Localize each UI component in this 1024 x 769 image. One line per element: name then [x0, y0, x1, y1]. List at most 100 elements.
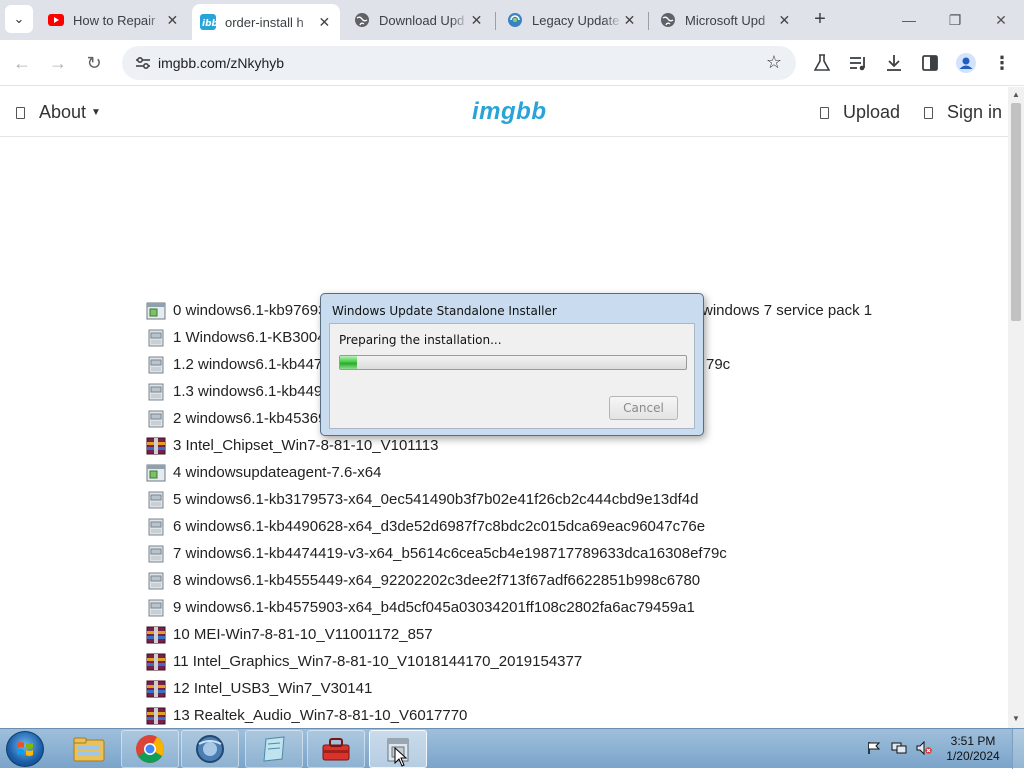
action-center-flag-icon[interactable] [866, 740, 882, 756]
browser-tabstrip: ⌄ How to Repair ✕ ibb order-install h ✕ … [0, 0, 1024, 40]
tab-title: How to Repair [73, 12, 156, 28]
tab-title: Legacy Update [532, 12, 620, 28]
file-list-item: 11 Intel_Graphics_Win7-8-81-10_V10181441… [146, 648, 727, 675]
file-name: 1.3 windows6.1-kb449 [173, 383, 323, 400]
file-list-item: 7 windows6.1-kb4474419-v3-x64_b5614c6cea… [146, 540, 727, 567]
restore-icon[interactable]: ❐ [941, 8, 969, 32]
tab-separator [648, 12, 649, 30]
archive-icon [146, 653, 166, 671]
volume-muted-icon[interactable] [916, 740, 932, 756]
address-bar[interactable]: imgbb.com/zNkyhyb ☆ [122, 46, 796, 80]
close-icon[interactable]: ✕ [165, 12, 180, 29]
legacy-update-icon [507, 12, 523, 28]
clock-time: 3:51 PM [950, 734, 996, 748]
system-clock[interactable]: 3:51 PM 1/20/2024 [942, 734, 1004, 764]
browser-icon[interactable] [181, 730, 239, 768]
clock-date: 1/20/2024 [946, 749, 1000, 763]
tab-microsoft-update[interactable]: Microsoft Upd ✕ [652, 4, 800, 36]
upload-label: Upload [843, 102, 901, 122]
globe-icon [660, 12, 676, 28]
start-button[interactable] [6, 731, 44, 767]
network-icon[interactable] [891, 740, 907, 756]
file-name: 1 Windows6.1-KB3004 [173, 329, 326, 346]
url-text[interactable]: imgbb.com/zNkyhyb [158, 55, 284, 71]
update-package-icon [146, 572, 166, 590]
tab-title: Download Upd [379, 12, 465, 28]
site-logo[interactable]: imgbb [472, 98, 547, 126]
tab-legacy-update[interactable]: Legacy Update ✕ [499, 4, 645, 36]
bookmark-star-icon[interactable]: ☆ [766, 52, 782, 73]
progress-bar [339, 355, 687, 370]
user-icon [924, 106, 933, 119]
dialog-message: Preparing the installation... [339, 333, 502, 347]
back-arrow-icon[interactable]: ← [9, 50, 35, 76]
vertical-scrollbar[interactable]: ▲ ▼ [1008, 87, 1024, 728]
caret-down-icon: ▼ [91, 107, 101, 118]
tab-search-button[interactable]: ⌄ [5, 5, 33, 33]
profile-avatar-icon[interactable] [955, 52, 977, 74]
scroll-down-icon[interactable]: ▼ [1011, 714, 1021, 724]
browser-menu-icon[interactable]: ⋮ [991, 52, 1013, 74]
about-label: About [39, 102, 87, 122]
labs-flask-icon[interactable] [811, 52, 833, 74]
update-package-icon [146, 383, 166, 401]
file-name: 12 Intel_USB3_Win7_V30141 [173, 680, 373, 697]
svg-text:ibb: ibb [202, 19, 216, 29]
tab-how-to-repair[interactable]: How to Repair ✕ [40, 4, 188, 36]
forward-arrow-icon[interactable]: → [45, 50, 71, 76]
window-close-icon[interactable]: ✕ [987, 8, 1015, 32]
cancel-button[interactable]: Cancel [609, 396, 678, 420]
file-list-item: 12 Intel_USB3_Win7_V30141 [146, 675, 727, 702]
file-name: 11 Intel_Graphics_Win7-8-81-10_V10181441… [173, 653, 583, 670]
file-name-suffix: windows 7 service pack 1 [702, 302, 873, 319]
installer-icon [146, 464, 166, 482]
file-list-item: 5 windows6.1-kb3179573-x64_0ec541490b3f7… [146, 486, 727, 513]
file-name-suffix: 79c [706, 356, 731, 373]
close-icon[interactable]: ✕ [777, 12, 792, 29]
file-name: 3 Intel_Chipset_Win7-8-81-10_V101113 [173, 437, 439, 454]
close-icon[interactable]: ✕ [469, 12, 484, 29]
close-icon[interactable]: ✕ [317, 14, 332, 31]
file-list-item: 3 Intel_Chipset_Win7-8-81-10_V101113 [146, 432, 727, 459]
reload-icon[interactable]: ↻ [81, 50, 107, 76]
show-desktop-button[interactable] [1012, 729, 1024, 769]
upload-icon [820, 106, 829, 119]
minimize-icon[interactable]: — [895, 8, 923, 32]
file-name: 4 windowsupdateagent-7.6-x64 [173, 464, 382, 481]
close-icon[interactable]: ✕ [622, 12, 637, 29]
file-name: 0 windows6.1-kb97693 [173, 302, 327, 319]
about-menu[interactable]: About ▼ [16, 102, 101, 123]
archive-icon [146, 437, 166, 455]
tab-order-install[interactable]: ibb order-install h ✕ [192, 4, 340, 40]
scrollbar-thumb[interactable] [1011, 103, 1021, 321]
windows-logo-icon [17, 742, 33, 756]
upload-link[interactable]: Upload [820, 102, 900, 123]
imgbb-icon: ibb [200, 14, 216, 30]
installer-icon [146, 302, 166, 320]
file-name: 5 windows6.1-kb3179573-x64_0ec541490b3f7… [173, 491, 699, 508]
globe-icon [354, 12, 370, 28]
tab-download-updates[interactable]: Download Upd ✕ [346, 4, 492, 36]
chrome-icon[interactable] [121, 730, 179, 768]
site-settings-icon[interactable] [134, 54, 152, 72]
progress-fill [340, 356, 358, 369]
side-panel-icon[interactable] [919, 52, 941, 74]
tab-title: order-install h [225, 14, 304, 30]
toolbox-icon[interactable] [307, 730, 365, 768]
explorer-icon[interactable] [60, 730, 118, 768]
file-list-item: 6 windows6.1-kb4490628-x64_d3de52d6987f7… [146, 513, 727, 540]
update-package-icon [146, 518, 166, 536]
installer-dialog: Windows Update Standalone Installer Prep… [320, 293, 704, 436]
scroll-up-icon[interactable]: ▲ [1011, 90, 1021, 100]
tab-separator [495, 12, 496, 30]
file-name: 7 windows6.1-kb4474419-v3-x64_b5614c6cea… [173, 545, 727, 562]
notepad-icon[interactable] [245, 730, 303, 768]
update-package-icon [146, 491, 166, 509]
update-package-icon [146, 545, 166, 563]
browser-toolbar: ← → ↻ imgbb.com/zNkyhyb ☆ ⋮ [0, 40, 1024, 86]
sign-in-link[interactable]: Sign in [924, 102, 1002, 123]
download-icon[interactable] [883, 52, 905, 74]
new-tab-button[interactable]: + [808, 8, 832, 32]
media-queue-icon[interactable] [847, 52, 869, 74]
update-package-icon [146, 329, 166, 347]
